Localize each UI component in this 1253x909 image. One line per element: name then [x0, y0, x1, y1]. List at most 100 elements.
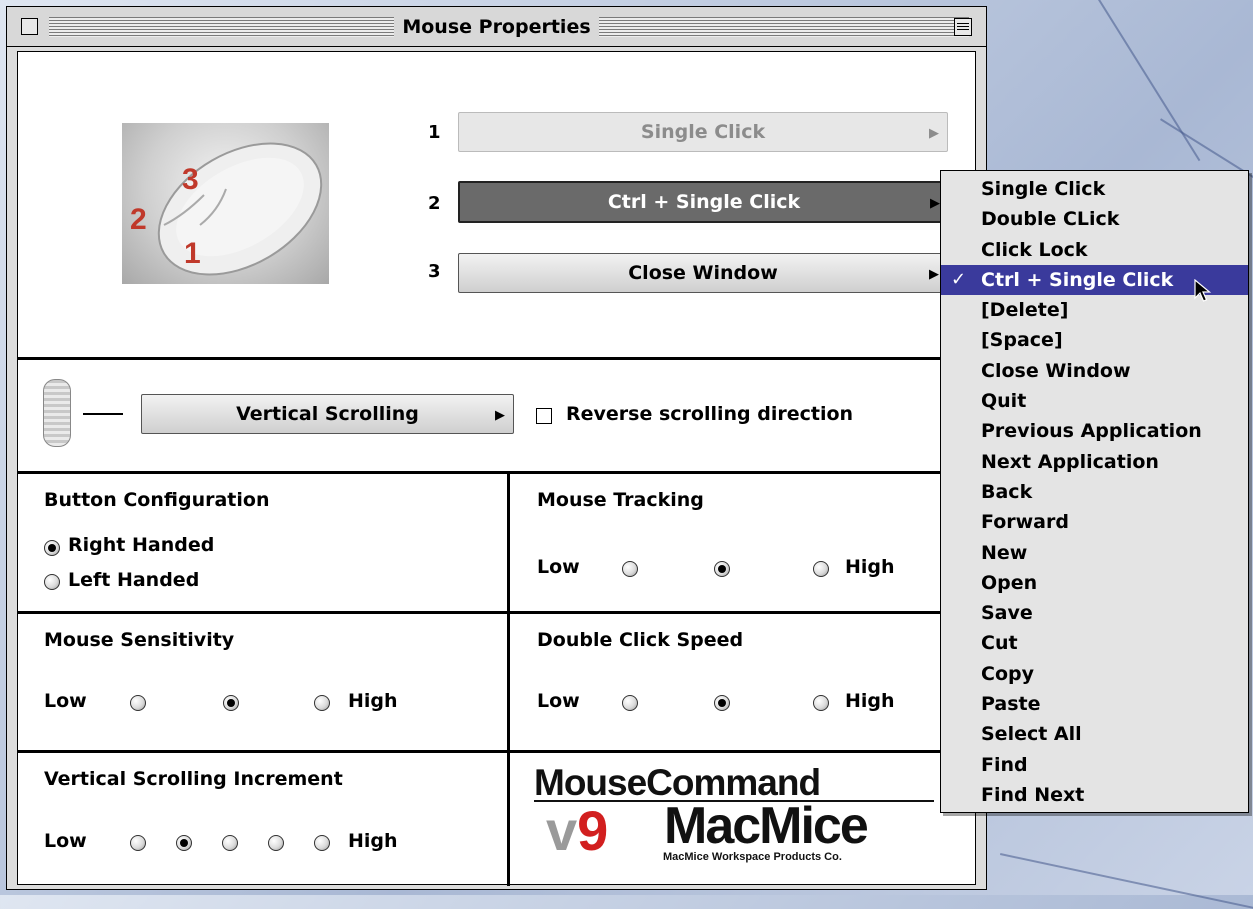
menu-item[interactable]: New: [941, 538, 1248, 568]
menu-item-label: Find Next: [981, 783, 1085, 806]
mouse-sensitivity-high-label: High: [348, 690, 398, 712]
button-number-1: 1: [428, 122, 441, 143]
menu-item[interactable]: Find: [941, 750, 1248, 780]
mouse-sensitivity-title: Mouse Sensitivity: [44, 629, 235, 651]
menu-item[interactable]: Back: [941, 477, 1248, 507]
double-click-speed-radio-1[interactable]: [622, 695, 638, 711]
right-handed-radio[interactable]: [44, 540, 60, 556]
action-popup-menu[interactable]: Single Click Double CLick Click Lock ✓ Ctrl …: [940, 170, 1249, 813]
triangle-right-icon: ▶: [929, 126, 939, 141]
menu-item[interactable]: Next Application: [941, 447, 1248, 477]
menu-item-label: Single Click: [981, 178, 1106, 200]
mouse-tracking-radio-3[interactable]: [813, 561, 829, 577]
double-click-speed-radio-2[interactable]: [714, 695, 730, 711]
title-bar[interactable]: Mouse Properties: [7, 7, 986, 47]
button-1-action-popup[interactable]: Single Click ▶: [458, 112, 948, 152]
menu-item-label: Double CLick: [981, 208, 1120, 231]
close-box-icon[interactable]: [21, 18, 38, 35]
scroll-increment-high-label: High: [348, 830, 398, 852]
version-logo: v9: [546, 799, 609, 862]
menu-item-label: Next Application: [981, 450, 1159, 473]
menu-item[interactable]: Cut: [941, 628, 1248, 658]
menu-item[interactable]: Open: [941, 568, 1248, 598]
scrolling-mode-popup[interactable]: Vertical Scrolling ▶: [141, 394, 514, 434]
menu-item[interactable]: [Space]: [941, 325, 1248, 355]
macmice-logo-text: MacMice: [664, 797, 869, 855]
mouse-sensitivity-low-label: Low: [44, 690, 87, 712]
menu-item-label: Previous Application: [981, 420, 1202, 443]
divider: [18, 750, 977, 753]
mouse-properties-window: Mouse Properties 3 2 1 1 Single Click ▶ …: [6, 6, 987, 890]
menu-item[interactable]: Single Click: [941, 174, 1248, 204]
mouse-tracking-title: Mouse Tracking: [537, 489, 704, 511]
menu-item[interactable]: Previous Application: [941, 416, 1248, 446]
divider: [18, 611, 977, 614]
triangle-right-icon: ▶: [929, 267, 939, 282]
window-content: 3 2 1 1 Single Click ▶ 2 Ctrl + Single C…: [17, 51, 977, 886]
desktop-wallpaper-line: [1000, 853, 1253, 909]
menu-item-label: Copy: [981, 662, 1034, 685]
mouse-label-1: 1: [184, 237, 201, 270]
triangle-right-icon: ▶: [930, 196, 940, 211]
menu-item[interactable]: Find Next: [941, 780, 1248, 810]
reverse-scrolling-label: Reverse scrolling direction: [566, 403, 854, 425]
double-click-speed-radio-3[interactable]: [813, 695, 829, 711]
mouse-tracking-high-label: High: [845, 556, 895, 578]
button-configuration-title: Button Configuration: [44, 489, 270, 511]
scroll-wheel-icon: [43, 379, 71, 447]
menu-item-label: [Space]: [981, 329, 1063, 352]
button-1-action-label: Single Click: [640, 121, 766, 143]
menu-item[interactable]: Select All: [941, 719, 1248, 749]
menu-item-label: Save: [981, 602, 1033, 625]
double-click-speed-low-label: Low: [537, 690, 580, 712]
button-2-action-label: Ctrl + Single Click: [607, 191, 801, 213]
menu-item[interactable]: Forward: [941, 507, 1248, 537]
scroll-increment-radio-3[interactable]: [222, 835, 238, 851]
menu-item[interactable]: Paste: [941, 689, 1248, 719]
mouse-label-3: 3: [182, 163, 199, 196]
collapse-box-icon[interactable]: [954, 18, 972, 36]
menu-item-label: Click Lock: [981, 238, 1088, 261]
menu-item[interactable]: Copy: [941, 659, 1248, 689]
menu-item[interactable]: Save: [941, 598, 1248, 628]
arrow-cursor-icon: [1194, 279, 1212, 302]
double-click-speed-title: Double Click Speed: [537, 629, 744, 651]
left-handed-radio[interactable]: [44, 574, 60, 590]
button-number-2: 2: [428, 193, 441, 214]
scroll-increment-radio-4[interactable]: [268, 835, 284, 851]
right-handed-label: Right Handed: [68, 534, 215, 556]
mouse-sensitivity-radio-2[interactable]: [223, 695, 239, 711]
vertical-scrolling-increment-title: Vertical Scrolling Increment: [44, 768, 343, 790]
menu-item-label: Select All: [981, 723, 1082, 746]
menu-item-label: Quit: [981, 390, 1027, 413]
menu-item-label: Open: [981, 571, 1038, 594]
mouse-sensitivity-radio-3[interactable]: [314, 695, 330, 711]
menu-item[interactable]: Close Window: [941, 356, 1248, 386]
button-3-action-label: Close Window: [628, 262, 778, 284]
divider: [18, 471, 977, 474]
menu-item-label: Close Window: [981, 359, 1131, 382]
menu-item-label: Paste: [981, 693, 1041, 716]
menu-item[interactable]: Double CLick: [941, 204, 1248, 234]
menu-item[interactable]: Click Lock: [941, 235, 1248, 265]
mouse-sensitivity-radio-1[interactable]: [130, 695, 146, 711]
divider: [507, 471, 510, 886]
scroll-increment-low-label: Low: [44, 830, 87, 852]
button-2-action-popup[interactable]: Ctrl + Single Click ▶: [458, 181, 950, 223]
menu-item-label: Ctrl + Single Click: [981, 268, 1174, 291]
scroll-increment-radio-2[interactable]: [176, 835, 192, 851]
mouse-tracking-low-label: Low: [537, 556, 580, 578]
mouse-tracking-radio-2[interactable]: [714, 561, 730, 577]
mouse-image: 3 2 1: [122, 123, 329, 284]
scroll-increment-radio-5[interactable]: [314, 835, 330, 851]
scroll-increment-radio-1[interactable]: [130, 835, 146, 851]
connector-line: [83, 413, 123, 415]
reverse-scrolling-checkbox[interactable]: [536, 408, 552, 424]
double-click-speed-high-label: High: [845, 690, 895, 712]
mouse-tracking-radio-1[interactable]: [622, 561, 638, 577]
desktop-wallpaper-line: [1098, 0, 1201, 162]
company-name: MacMice Workspace Products Co.: [663, 851, 842, 863]
button-3-action-popup[interactable]: Close Window ▶: [458, 253, 948, 293]
button-number-3: 3: [428, 261, 441, 282]
menu-item[interactable]: Quit: [941, 386, 1248, 416]
